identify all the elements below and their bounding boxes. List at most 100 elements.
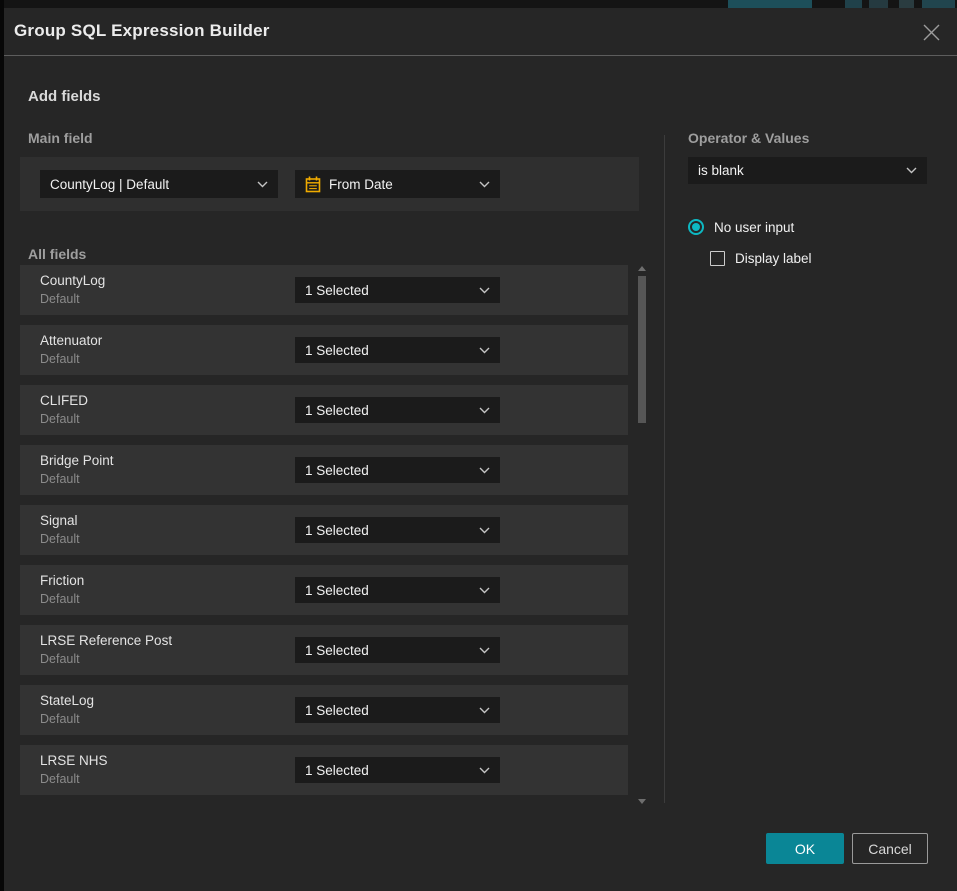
selected-dropdown-value: 1 Selected <box>305 763 369 778</box>
field-row-text: Friction Default <box>40 573 84 606</box>
field-subtitle: Default <box>40 712 94 726</box>
scroll-down-arrow[interactable] <box>638 799 646 804</box>
add-fields-heading: Add fields <box>28 88 101 105</box>
selected-dropdown-value: 1 Selected <box>305 403 369 418</box>
field-row-text: LRSE NHS Default <box>40 753 108 786</box>
field-row-text: Attenuator Default <box>40 333 102 366</box>
field-row-text: LRSE Reference Post Default <box>40 633 172 666</box>
selected-dropdown-value: 1 Selected <box>305 703 369 718</box>
selected-dropdown[interactable]: 1 Selected <box>295 577 500 603</box>
selected-dropdown-value: 1 Selected <box>305 283 369 298</box>
selected-dropdown[interactable]: 1 Selected <box>295 277 500 303</box>
field-subtitle: Default <box>40 532 80 546</box>
main-field-label: Main field <box>28 130 93 146</box>
chevron-down-icon <box>479 407 490 414</box>
cancel-button[interactable]: Cancel <box>852 833 928 864</box>
field-subtitle: Default <box>40 652 172 666</box>
field-row-text: CLIFED Default <box>40 393 88 426</box>
selected-dropdown[interactable]: 1 Selected <box>295 637 500 663</box>
field-name: CLIFED <box>40 393 88 408</box>
selected-dropdown[interactable]: 1 Selected <box>295 457 500 483</box>
main-field-panel: CountyLog | Default From Date <box>20 157 639 211</box>
field-name: StateLog <box>40 693 94 708</box>
selected-dropdown[interactable]: 1 Selected <box>295 697 500 723</box>
field-subtitle: Default <box>40 592 84 606</box>
selected-dropdown-value: 1 Selected <box>305 343 369 358</box>
backdrop-fragment <box>899 0 914 8</box>
field-subtitle: Default <box>40 412 88 426</box>
calendar-icon <box>305 176 321 193</box>
selected-dropdown-value: 1 Selected <box>305 463 369 478</box>
layer-dropdown-value: CountyLog | Default <box>50 177 169 192</box>
backdrop-strip <box>0 0 957 8</box>
dialog-title: Group SQL Expression Builder <box>14 21 270 41</box>
field-row[interactable]: CountyLog Default 1 Selected <box>20 265 628 315</box>
dialog-titlebar: Group SQL Expression Builder <box>4 8 957 56</box>
field-name: LRSE Reference Post <box>40 633 172 648</box>
field-row[interactable]: StateLog Default 1 Selected <box>20 685 628 735</box>
no-user-input-radio[interactable]: No user input <box>688 219 794 235</box>
all-fields-list: CountyLog Default 1 Selected Attenuator … <box>20 265 628 795</box>
ok-button[interactable]: OK <box>766 833 844 864</box>
field-subtitle: Default <box>40 472 114 486</box>
selected-dropdown[interactable]: 1 Selected <box>295 337 500 363</box>
selected-dropdown[interactable]: 1 Selected <box>295 757 500 783</box>
backdrop-fragment <box>922 0 955 8</box>
field-row[interactable]: Bridge Point Default 1 Selected <box>20 445 628 495</box>
chevron-down-icon <box>906 167 917 174</box>
field-row[interactable]: LRSE Reference Post Default 1 Selected <box>20 625 628 675</box>
layer-dropdown[interactable]: CountyLog | Default <box>40 170 278 198</box>
chevron-down-icon <box>479 647 490 654</box>
chevron-down-icon <box>479 707 490 714</box>
chevron-down-icon <box>479 287 490 294</box>
selected-dropdown-value: 1 Selected <box>305 583 369 598</box>
operator-values-label: Operator & Values <box>688 130 809 146</box>
field-name: Signal <box>40 513 80 528</box>
field-row[interactable]: CLIFED Default 1 Selected <box>20 385 628 435</box>
field-row-text: CountyLog Default <box>40 273 105 306</box>
field-subtitle: Default <box>40 772 108 786</box>
field-row[interactable]: LRSE NHS Default 1 Selected <box>20 745 628 795</box>
display-label-text: Display label <box>735 251 812 266</box>
selected-dropdown-value: 1 Selected <box>305 643 369 658</box>
field-subtitle: Default <box>40 292 105 306</box>
radio-icon <box>688 219 704 235</box>
chevron-down-icon <box>479 467 490 474</box>
field-row[interactable]: Signal Default 1 Selected <box>20 505 628 555</box>
main-field-dropdown[interactable]: From Date <box>295 170 500 198</box>
selected-dropdown-value: 1 Selected <box>305 523 369 538</box>
field-name: CountyLog <box>40 273 105 288</box>
close-button[interactable] <box>919 20 943 44</box>
backdrop-fragment <box>869 0 888 8</box>
selected-dropdown[interactable]: 1 Selected <box>295 397 500 423</box>
no-user-input-label: No user input <box>714 220 794 235</box>
display-label-checkbox[interactable]: Display label <box>710 251 812 266</box>
field-row-text: StateLog Default <box>40 693 94 726</box>
scrollbar[interactable] <box>637 265 647 805</box>
field-row[interactable]: Friction Default 1 Selected <box>20 565 628 615</box>
all-fields-label: All fields <box>28 246 86 262</box>
backdrop-fragment <box>845 0 862 8</box>
screen: Group SQL Expression Builder Add fields … <box>0 0 957 891</box>
field-name: Attenuator <box>40 333 102 348</box>
scroll-up-arrow[interactable] <box>638 266 646 271</box>
chevron-down-icon <box>479 527 490 534</box>
checkbox-icon <box>710 251 725 266</box>
field-name: Friction <box>40 573 84 588</box>
sql-expression-builder-dialog: Group SQL Expression Builder Add fields … <box>4 8 957 891</box>
chevron-down-icon <box>479 587 490 594</box>
field-subtitle: Default <box>40 352 102 366</box>
main-field-dropdown-value: From Date <box>329 177 393 192</box>
operator-dropdown-value: is blank <box>698 163 744 178</box>
scrollbar-thumb[interactable] <box>638 276 646 423</box>
chevron-down-icon <box>479 347 490 354</box>
operator-dropdown[interactable]: is blank <box>688 157 927 184</box>
selected-dropdown[interactable]: 1 Selected <box>295 517 500 543</box>
close-icon <box>923 24 940 41</box>
chevron-down-icon <box>479 767 490 774</box>
field-row-text: Signal Default <box>40 513 80 546</box>
chevron-down-icon <box>257 181 268 188</box>
field-row-text: Bridge Point Default <box>40 453 114 486</box>
field-row[interactable]: Attenuator Default 1 Selected <box>20 325 628 375</box>
panel-divider <box>664 135 665 803</box>
